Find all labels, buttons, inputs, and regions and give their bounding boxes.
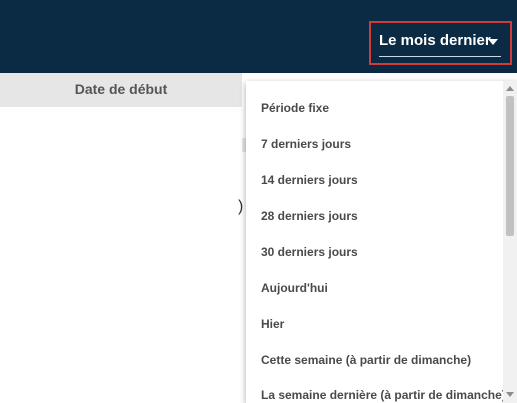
dropdown-option-yesterday[interactable]: Hier (261, 317, 284, 331)
dropdown-option-this-week[interactable]: Cette semaine (à partir de dimanche) (261, 353, 471, 367)
period-dropdown-button[interactable]: Le mois dernier (369, 21, 512, 65)
chevron-down-icon (488, 39, 498, 45)
period-dropdown-menu: Période fixe 7 derniers jours 14 dernier… (246, 81, 517, 403)
dropdown-option-last-7-days[interactable]: 7 derniers jours (261, 137, 351, 151)
dropdown-option-last-28-days[interactable]: 28 derniers jours (261, 209, 358, 223)
scroll-down-arrow-icon[interactable] (506, 392, 514, 397)
dropdown-option-today[interactable]: Aujourd'hui (261, 281, 328, 295)
page: Le mois dernier Date de début ) Période … (0, 0, 517, 403)
scrollbar-thumb[interactable] (506, 96, 514, 236)
period-dropdown-underline (379, 56, 501, 57)
top-bar: Le mois dernier (0, 0, 517, 73)
dropdown-option-last-week[interactable]: La semaine dernière (à partir de dimanch… (261, 388, 506, 402)
table-header: Date de début (0, 73, 242, 107)
background-text-fragment: ) (238, 198, 244, 215)
dropdown-option-last-14-days[interactable]: 14 derniers jours (261, 173, 358, 187)
scroll-up-arrow-icon[interactable] (506, 86, 514, 91)
start-date-column-header[interactable]: Date de début (0, 81, 242, 97)
dropdown-option-fixed-period[interactable]: Période fixe (261, 101, 329, 115)
dropdown-option-last-30-days[interactable]: 30 derniers jours (261, 245, 358, 259)
dropdown-scrollbar[interactable] (503, 81, 517, 403)
period-dropdown-label: Le mois dernier (379, 32, 491, 49)
